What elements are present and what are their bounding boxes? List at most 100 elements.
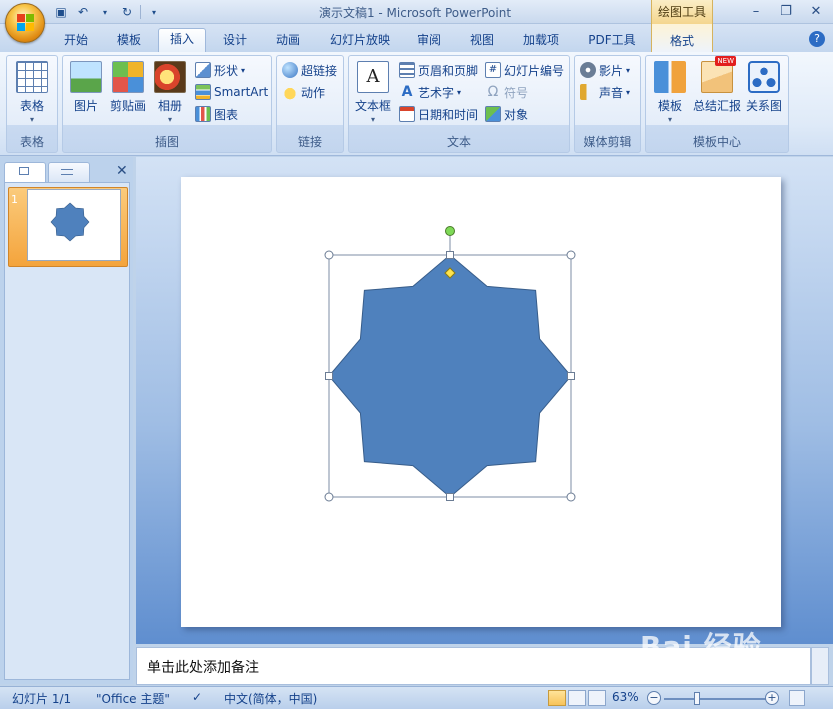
- slide-sorter-view-button[interactable]: [568, 690, 586, 706]
- zoom-slider-track[interactable]: [664, 698, 768, 700]
- album-button[interactable]: 相册 ▾: [148, 61, 192, 124]
- shapes-dropdown-icon: ▾: [241, 65, 246, 75]
- datetime-label: 日期和时间: [418, 107, 479, 122]
- header-footer-label: 页眉和页脚: [418, 63, 479, 78]
- zoom-out-icon[interactable]: −: [647, 691, 661, 705]
- shapes-icon: [195, 62, 211, 78]
- slide-counter: 幻灯片 1/1: [12, 692, 72, 706]
- tab-format[interactable]: 格式: [651, 24, 713, 52]
- slide-thumbnail[interactable]: [27, 189, 121, 261]
- header-footer-button[interactable]: 页眉和页脚: [399, 60, 478, 80]
- tab-view[interactable]: 视图: [461, 30, 503, 52]
- table-button[interactable]: 表格 ▾: [10, 61, 54, 124]
- notes-scrollbar[interactable]: [811, 647, 829, 685]
- tab-insert[interactable]: 插入: [158, 28, 206, 52]
- close-icon[interactable]: ✕: [805, 2, 827, 20]
- object-button[interactable]: 对象: [485, 104, 528, 124]
- quick-access-toolbar: ▣ ↶ ▾ ↻ ▾: [52, 3, 163, 21]
- tab-design[interactable]: 设计: [214, 30, 256, 52]
- resize-handle-bottom-right[interactable]: [566, 492, 576, 502]
- minimize-icon[interactable]: –: [745, 2, 767, 20]
- watermark-url: jingyan.baidu.com: [688, 661, 798, 672]
- slides-tab[interactable]: [4, 162, 46, 182]
- customize-qat-icon[interactable]: ▾: [145, 3, 163, 21]
- wordart-button[interactable]: A 艺术字 ▾: [399, 82, 461, 102]
- slideshow-view-button[interactable]: [588, 690, 606, 706]
- datetime-button[interactable]: 日期和时间: [399, 104, 478, 124]
- tab-home[interactable]: 开始: [55, 30, 97, 52]
- fit-to-window-icon[interactable]: [789, 690, 805, 706]
- symbol-button[interactable]: Ω 符号: [485, 82, 528, 102]
- tab-animation[interactable]: 动画: [267, 30, 309, 52]
- zoom-slider-thumb[interactable]: [694, 692, 700, 705]
- textbox-button[interactable]: A 文本框 ▾: [351, 61, 395, 124]
- outline-tab[interactable]: [48, 162, 90, 182]
- undo-dropdown-icon[interactable]: ▾: [96, 3, 114, 21]
- group-table-label: 表格: [19, 135, 44, 149]
- table-icon: [16, 61, 48, 93]
- language-indicator[interactable]: 中文(简体，中国): [224, 690, 317, 707]
- album-label: 相册: [157, 99, 182, 113]
- rotation-handle[interactable]: [445, 226, 455, 236]
- spellcheck-icon[interactable]: ✓: [192, 690, 202, 704]
- undo-icon[interactable]: ↶: [74, 3, 92, 21]
- slide-number-icon: #: [485, 62, 501, 78]
- redo-icon[interactable]: ↻: [118, 3, 136, 21]
- chart-label: 图表: [214, 107, 239, 122]
- action-button[interactable]: 动作: [282, 82, 325, 102]
- window-title: 演示文稿1 - Microsoft PowerPoint: [318, 6, 512, 20]
- relation-button[interactable]: 关系图: [742, 61, 786, 114]
- resize-handle-top-left[interactable]: [324, 250, 334, 260]
- help-icon[interactable]: ?: [809, 31, 825, 47]
- restore-icon[interactable]: ❐: [775, 2, 797, 20]
- theme-name: "Office 主题": [96, 692, 170, 706]
- notes-placeholder: 单击此处添加备注: [147, 660, 259, 676]
- sound-button[interactable]: 声音 ▾: [580, 82, 630, 102]
- shapes-button[interactable]: 形状 ▾: [195, 60, 245, 80]
- tab-pdf-tools[interactable]: PDF工具: [580, 30, 644, 52]
- smartart-button[interactable]: SmartArt: [195, 82, 268, 102]
- resize-handle-top-right[interactable]: [566, 250, 576, 260]
- resize-handle-top[interactable]: [446, 251, 454, 259]
- zoom-level[interactable]: 63%: [612, 690, 639, 704]
- globe-icon: [282, 62, 298, 78]
- slide-number-button[interactable]: # 幻灯片编号: [485, 60, 564, 80]
- tab-template[interactable]: 模板: [108, 30, 150, 52]
- tab-slideshow[interactable]: 幻灯片放映: [320, 30, 400, 52]
- resize-handle-bottom-left[interactable]: [324, 492, 334, 502]
- resize-handle-bottom[interactable]: [446, 493, 454, 501]
- pane-tabs: ✕: [4, 162, 130, 182]
- slide-thumbnails: 1: [4, 182, 130, 680]
- wordart-label: 艺术字: [418, 85, 455, 100]
- picture-button[interactable]: 图片: [64, 61, 108, 114]
- baidu-watermark: Bai 经验 jingyan.baidu.com: [640, 625, 797, 672]
- drawing-tools-context-label: 绘图工具: [651, 0, 713, 24]
- normal-view-button[interactable]: [548, 690, 566, 706]
- summary-button[interactable]: NEW 总结汇报: [692, 56, 742, 114]
- object-icon: [485, 106, 501, 122]
- resize-handle-right[interactable]: [567, 372, 575, 380]
- tab-addins[interactable]: 加载项: [513, 30, 569, 52]
- template-icon: [654, 61, 686, 93]
- tab-review[interactable]: 审阅: [408, 30, 450, 52]
- textbox-label: 文本框: [354, 99, 391, 113]
- group-illustrations-label: 插图: [154, 135, 179, 149]
- hyperlink-button[interactable]: 超链接: [282, 60, 337, 80]
- close-pane-icon[interactable]: ✕: [116, 163, 128, 179]
- template-button[interactable]: 模板 ▾: [648, 61, 692, 124]
- save-icon[interactable]: ▣: [52, 3, 70, 21]
- smartart-label: SmartArt: [214, 85, 269, 99]
- table-dropdown-icon: ▾: [29, 115, 34, 124]
- resize-handle-left[interactable]: [325, 372, 333, 380]
- chart-button[interactable]: 图表: [195, 104, 238, 124]
- group-links-label: 链接: [297, 135, 322, 149]
- office-button[interactable]: [5, 3, 45, 43]
- clipart-button[interactable]: 剪贴画: [106, 61, 150, 114]
- slide-canvas[interactable]: [181, 177, 781, 627]
- zoom-in-icon[interactable]: +: [765, 691, 779, 705]
- film-icon: [580, 62, 596, 78]
- movie-button[interactable]: 影片 ▾: [580, 60, 630, 80]
- slide-thumbnail-number: 1: [11, 193, 18, 206]
- eight-point-star-shape[interactable]: [328, 254, 572, 498]
- group-template-center: 模板 ▾ NEW 总结汇报 关系图 模板中心: [645, 55, 789, 153]
